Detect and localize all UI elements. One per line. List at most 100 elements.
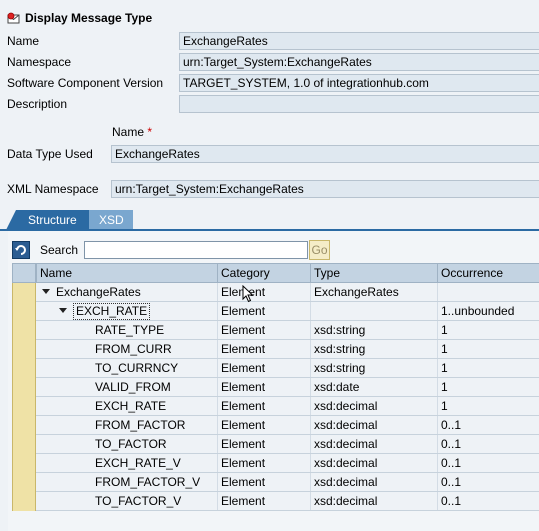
name-cell: FROM_CURR (95, 342, 172, 356)
mouse-cursor-icon (242, 284, 254, 303)
type-cell: xsd:decimal (310, 416, 437, 434)
name-label: Name (7, 34, 40, 48)
row-selector[interactable] (12, 416, 36, 435)
datatype-label: Data Type Used (7, 147, 93, 161)
name-cell: TO_CURRNCY (95, 361, 179, 375)
tab-bar: Structure XSD (0, 208, 539, 230)
column-header-name[interactable]: Name (36, 264, 217, 283)
column-header-type[interactable]: Type (310, 264, 437, 283)
grid-toolbar: Search Go (12, 239, 331, 261)
datatype-name-label: Name * (112, 125, 153, 139)
name-cell: RATE_TYPE (95, 323, 165, 337)
category-cell: Element (217, 321, 310, 339)
datatype-field[interactable]: ExchangeRates (111, 145, 539, 163)
table-row[interactable]: FROM_FACTOR_V Element xsd:decimal 0..1 (12, 473, 539, 492)
window-title: Display Message Type (25, 11, 153, 25)
row-selector[interactable] (12, 435, 36, 454)
table-row[interactable]: EXCH_RATE_V Element xsd:decimal 0..1 (12, 454, 539, 473)
xmlns-field[interactable]: urn:Target_System:ExchangeRates (111, 180, 539, 198)
type-cell: xsd:decimal (310, 454, 437, 472)
name-cell: TO_FACTOR_V (95, 494, 182, 508)
name-cell: ExchangeRates (37, 283, 217, 301)
structure-grid: Name Category Type Occurrence ExchangeRa… (12, 263, 539, 511)
occurrence-cell: 0..1 (437, 492, 539, 510)
occurrence-cell: 0..1 (437, 454, 539, 472)
occurrence-cell: 0..1 (437, 435, 539, 453)
table-row[interactable]: FROM_FACTOR Element xsd:decimal 0..1 (12, 416, 539, 435)
row-selector[interactable] (12, 340, 36, 359)
expand-arrow-icon[interactable] (42, 289, 50, 294)
name-cell: EXCH_RATE (95, 399, 167, 413)
row-selector[interactable] (12, 302, 36, 321)
tab-xsd[interactable]: XSD (89, 210, 133, 230)
row-selector[interactable] (12, 473, 36, 492)
grid-header: Name Category Type Occurrence (12, 263, 539, 283)
swcv-label: Software Component Version (7, 76, 164, 90)
table-row[interactable]: RATE_TYPE Element xsd:string 1 (12, 321, 539, 340)
column-header-category[interactable]: Category (217, 264, 310, 283)
row-selector[interactable] (12, 283, 36, 302)
table-row[interactable]: FROM_CURR Element xsd:string 1 (12, 340, 539, 359)
row-selector[interactable] (12, 321, 36, 340)
search-input[interactable] (84, 241, 309, 259)
occurrence-cell: 1 (437, 340, 539, 358)
category-cell: Element (217, 416, 310, 434)
refresh-icon[interactable] (12, 241, 30, 259)
namespace-label: Namespace (7, 55, 72, 69)
occurrence-cell: 1 (437, 378, 539, 396)
name-cell: FROM_FACTOR_V (95, 475, 201, 489)
category-cell: Element (217, 302, 310, 320)
category-cell: Element (217, 473, 310, 491)
row-selector[interactable] (12, 454, 36, 473)
name-field[interactable]: ExchangeRates (179, 32, 539, 50)
name-cell: EXCH_RATE_V (95, 456, 181, 470)
namespace-field[interactable]: urn:Target_System:ExchangeRates (179, 53, 539, 71)
occurrence-cell: 1 (437, 359, 539, 377)
go-button[interactable]: Go (309, 240, 331, 260)
type-cell: xsd:string (310, 359, 437, 377)
name-cell: EXCH_RATE (37, 302, 217, 320)
row-selector[interactable] (12, 397, 36, 416)
category-cell: Element (217, 492, 310, 510)
name-cell: FROM_FACTOR (95, 418, 186, 432)
name-cell: TO_FACTOR (95, 437, 167, 451)
table-row[interactable]: TO_FACTOR_V Element xsd:decimal 0..1 (12, 492, 539, 511)
row-selector[interactable] (12, 378, 36, 397)
category-cell: Element (217, 359, 310, 377)
expand-arrow-icon[interactable] (59, 308, 67, 313)
category-cell: Element (217, 397, 310, 415)
type-cell: xsd:string (310, 340, 437, 358)
occurrence-cell: 0..1 (437, 416, 539, 434)
occurrence-cell (437, 283, 539, 301)
description-label: Description (7, 97, 68, 111)
occurrence-cell: 0..1 (437, 473, 539, 491)
category-cell: Element (217, 340, 310, 358)
type-cell: xsd:date (310, 378, 437, 396)
type-cell: xsd:decimal (310, 435, 437, 453)
table-row[interactable]: TO_CURRNCY Element xsd:string 1 (12, 359, 539, 378)
swcv-field[interactable]: TARGET_SYSTEM, 1.0 of integrationhub.com (179, 74, 539, 92)
table-row[interactable]: ExchangeRates Element ExchangeRates (12, 283, 539, 302)
column-header-occurrence[interactable]: Occurrence (437, 264, 539, 283)
description-field[interactable] (179, 95, 539, 113)
type-cell: xsd:decimal (310, 397, 437, 415)
table-row[interactable]: VALID_FROM Element xsd:date 1 (12, 378, 539, 397)
occurrence-cell: 1 (437, 321, 539, 339)
select-all-cell[interactable] (12, 264, 36, 282)
xmlns-label: XML Namespace (7, 182, 99, 196)
tab-structure[interactable]: Structure (6, 210, 90, 230)
type-cell (310, 302, 437, 320)
occurrence-cell: 1 (437, 397, 539, 415)
table-row[interactable]: EXCH_RATE Element 1..unbounded (12, 302, 539, 321)
row-selector[interactable] (12, 492, 36, 511)
search-label: Search (40, 243, 79, 257)
occurrence-cell: 1..unbounded (437, 302, 539, 320)
row-selector[interactable] (12, 359, 36, 378)
type-cell: xsd:decimal (310, 492, 437, 510)
message-type-icon (7, 12, 21, 25)
table-row[interactable]: TO_FACTOR Element xsd:decimal 0..1 (12, 435, 539, 454)
category-cell: Element (217, 283, 310, 301)
table-row[interactable]: EXCH_RATE Element xsd:decimal 1 (12, 397, 539, 416)
type-cell: xsd:string (310, 321, 437, 339)
type-cell: ExchangeRates (310, 283, 437, 301)
